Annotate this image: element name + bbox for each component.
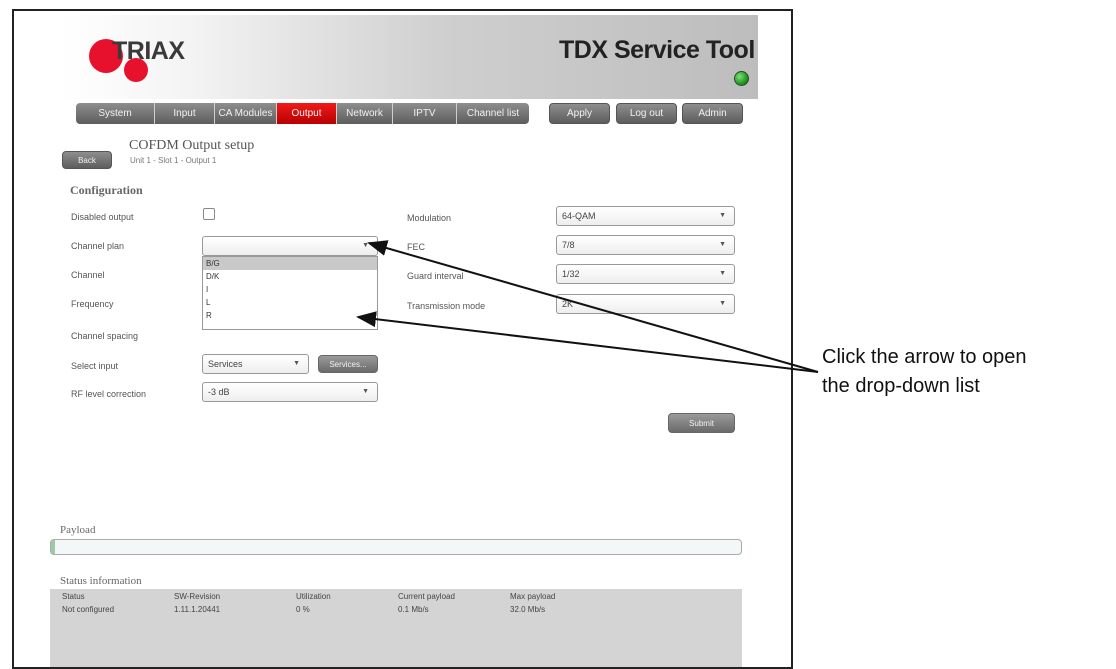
callout-line-1: Click the arrow to open — [822, 346, 1027, 368]
callout-line-2: the drop-down list — [822, 375, 980, 397]
annotation-arrows — [356, 240, 819, 373]
callout-arrow-to-dropdown-list — [356, 311, 819, 373]
callout-text: Click the arrow to open the drop-down li… — [822, 343, 1027, 401]
callout-arrow-to-dropdown-arrow — [367, 240, 819, 373]
